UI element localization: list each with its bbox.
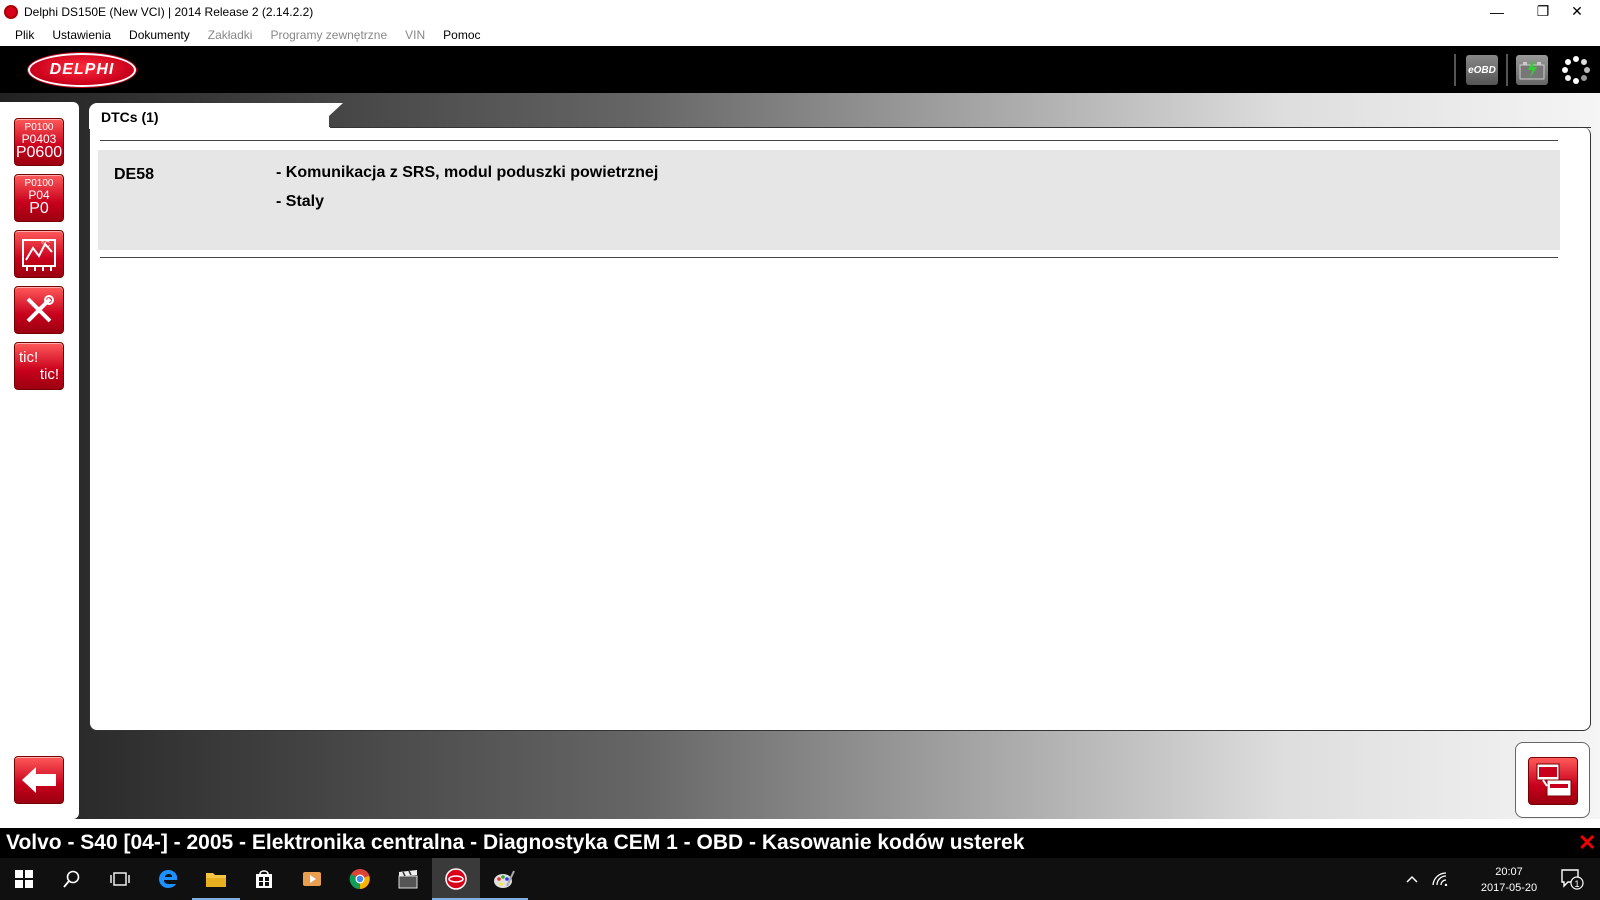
task-view-button[interactable]: [96, 858, 144, 900]
status-bar: Volvo - S40 [04-] - 2005 - Elektronika c…: [0, 828, 1600, 858]
live-data-icon: °C: [22, 239, 56, 271]
chevron-up-icon: [1406, 875, 1418, 883]
menu-vin[interactable]: VIN: [396, 28, 434, 42]
delphi-app-icon: [445, 868, 467, 890]
clock-time: 20:07: [1495, 866, 1523, 878]
dtc-row[interactable]: DE58 - Komunikacja z SRS, modul poduszki…: [98, 150, 1560, 250]
connection-spinner-icon: [1560, 55, 1592, 85]
taskbar-delphi[interactable]: [432, 858, 480, 900]
tab-dtcs[interactable]: DTCs (1): [89, 103, 343, 129]
dtc-code-label: P0: [29, 200, 49, 217]
menu-programy-zewnetrzne[interactable]: Programy zewnętrzne: [261, 28, 396, 42]
media-player-icon: [303, 872, 321, 886]
tic-button[interactable]: tic! tic!: [14, 342, 64, 390]
search-icon: [63, 870, 80, 888]
taskbar: 20:07 2017-05-20 1: [0, 858, 1600, 900]
task-view-icon: [110, 872, 130, 886]
taskbar-movie-maker[interactable]: [384, 858, 432, 900]
battery-button[interactable]: [1516, 55, 1548, 85]
minimize-button[interactable]: —: [1474, 0, 1520, 23]
windows-start-button[interactable]: [0, 858, 48, 900]
app-header: DELPHI eOBD: [0, 46, 1600, 93]
functions-button[interactable]: [14, 286, 64, 334]
system-clock[interactable]: 20:07 2017-05-20: [1474, 864, 1544, 896]
taskbar-store[interactable]: [240, 858, 288, 900]
notification-icon: 1: [1561, 869, 1584, 890]
arrow-left-icon: [22, 767, 56, 793]
action-center-button[interactable]: 1: [1552, 858, 1592, 900]
menu-bar: Plik Ustawienia Dokumenty Zakładki Progr…: [0, 23, 1600, 46]
eobd-label: eOBD: [1468, 64, 1496, 76]
tic-label: tic!: [19, 349, 39, 366]
battery-icon: [1519, 60, 1545, 80]
read-dtc-button[interactable]: P0100 P0403 P0600: [14, 118, 64, 166]
clock-date: 2017-05-20: [1480, 882, 1538, 894]
dtc-status: - Staly: [276, 193, 325, 210]
header-separator: [1506, 54, 1508, 86]
eobd-button[interactable]: eOBD: [1466, 55, 1498, 85]
back-button[interactable]: [14, 756, 64, 804]
tic-label: tic!: [39, 366, 59, 383]
divider: [100, 140, 1558, 141]
dtc-code-label: P0600: [15, 144, 63, 161]
paint-icon: [494, 870, 515, 888]
delphi-logo: DELPHI: [28, 53, 136, 87]
taskbar-chrome[interactable]: [336, 858, 384, 900]
sidebar: P0100 P0403 P0600 P0100 P04 P0 °C tic! t…: [0, 102, 79, 819]
status-close-icon[interactable]: ✕: [1578, 830, 1596, 856]
clear-dtc-button[interactable]: P0100 P04 P0: [14, 174, 64, 222]
print-icon: [1536, 763, 1572, 797]
taskbar-edge[interactable]: [144, 858, 192, 900]
menu-dokumenty[interactable]: Dokumenty: [120, 28, 199, 42]
print-button[interactable]: [1528, 757, 1578, 805]
edge-icon: [159, 870, 178, 888]
tab-label: DTCs (1): [101, 109, 159, 125]
folder-icon: [206, 873, 226, 887]
title-bar: Delphi DS150E (New VCI) | 2014 Release 2…: [0, 0, 1600, 23]
show-hidden-icons-button[interactable]: [1400, 858, 1424, 900]
store-icon: [256, 870, 272, 888]
menu-plik[interactable]: Plik: [6, 28, 43, 42]
window-title: Delphi DS150E (New VCI) | 2014 Release 2…: [24, 4, 314, 19]
tools-icon: [26, 295, 54, 323]
live-data-label: °C: [41, 240, 50, 249]
search-button[interactable]: [48, 858, 96, 900]
taskbar-file-explorer[interactable]: [192, 858, 240, 900]
live-data-button[interactable]: °C: [14, 230, 64, 278]
menu-pomoc[interactable]: Pomoc: [434, 28, 489, 42]
header-separator: [1454, 54, 1456, 86]
taskbar-media-player[interactable]: [288, 858, 336, 900]
taskbar-paint[interactable]: [480, 858, 528, 900]
divider: [100, 257, 1558, 258]
network-button[interactable]: [1426, 858, 1454, 900]
windows-icon: [15, 870, 33, 888]
clapperboard-icon: [398, 870, 418, 889]
wifi-icon: [1432, 872, 1448, 886]
dtc-description: - Komunikacja z SRS, modul poduszki powi…: [276, 164, 659, 181]
menu-ustawienia[interactable]: Ustawienia: [43, 28, 120, 42]
print-container: [1515, 742, 1590, 818]
close-button[interactable]: ✕: [1554, 0, 1600, 23]
breadcrumb: Volvo - S40 [04-] - 2005 - Elektronika c…: [6, 831, 1025, 854]
dtc-code: DE58: [114, 166, 155, 183]
notification-count: 1: [1574, 879, 1579, 889]
chrome-icon: [349, 869, 370, 890]
app-icon: [4, 4, 18, 19]
logo-text: DELPHI: [49, 61, 115, 78]
panel-border: [330, 127, 1591, 128]
menu-zakladki[interactable]: Zakładki: [199, 28, 262, 42]
